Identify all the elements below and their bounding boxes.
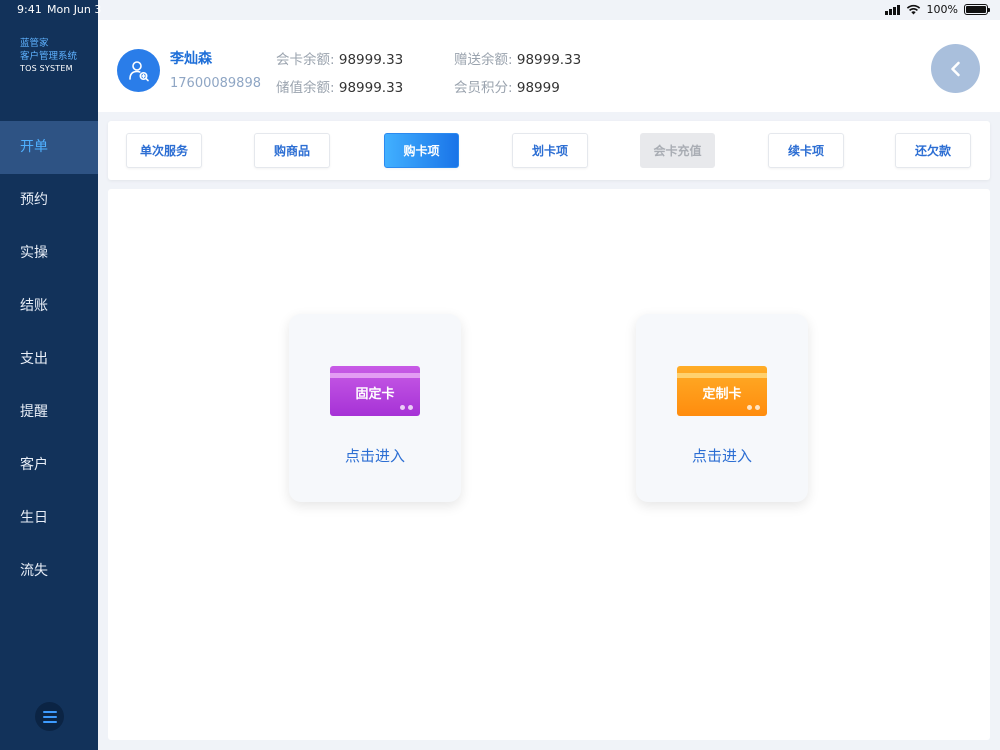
- brand-line-3: TOS SYSTEM: [20, 64, 73, 73]
- card-balance-value: 98999.33: [338, 52, 404, 68]
- back-button[interactable]: [931, 44, 980, 93]
- chevron-left-icon: [950, 61, 960, 76]
- sidebar-item-customer[interactable]: 客户: [0, 439, 98, 492]
- stored-balance-label: 储值余额:: [276, 80, 335, 96]
- signal-icon: [884, 4, 900, 15]
- tab-use-card[interactable]: 划卡项: [512, 133, 588, 168]
- status-time: 9:41: [17, 3, 42, 16]
- fixed-card-enter-link[interactable]: 点击进入: [289, 445, 461, 466]
- status-date: Mon Jun 3: [47, 3, 102, 16]
- gift-balance: 赠送余额: 98999.33: [454, 48, 581, 68]
- sidebar-nav: 开单 预约 实操 结账 支出 提醒 客户 生日 流失: [0, 121, 98, 598]
- customer-name: 李灿森: [170, 51, 212, 67]
- sidebar-item-birthday[interactable]: 生日: [0, 492, 98, 545]
- stored-balance: 储值余额: 98999.33: [276, 76, 403, 96]
- status-bar: 9:41 Mon Jun 3 100%: [0, 0, 1000, 20]
- custom-card-tile[interactable]: 定制卡 点击进入: [636, 314, 808, 502]
- brand: 蓝管家 客户管理系统 TOS SYSTEM: [20, 38, 77, 75]
- tab-single-service[interactable]: 单次服务: [126, 133, 202, 168]
- sidebar-item-operation[interactable]: 实操: [0, 227, 98, 280]
- battery-percent: 100%: [926, 3, 958, 16]
- tab-buy-card[interactable]: 购卡项: [384, 133, 459, 168]
- tab-buy-products[interactable]: 购商品: [254, 133, 330, 168]
- user-search-icon: [117, 49, 160, 92]
- sidebar-item-checkout[interactable]: 结账: [0, 280, 98, 333]
- brand-line-2: 客户管理系统: [20, 50, 78, 62]
- member-points: 会员积分: 98999: [454, 76, 560, 96]
- member-points-label: 会员积分:: [454, 80, 513, 96]
- sidebar-item-appointment[interactable]: 预约: [0, 174, 98, 227]
- tab-repay-debt[interactable]: 还欠款: [895, 133, 971, 168]
- gift-balance-value: 98999.33: [516, 52, 582, 68]
- tab-card-recharge: 会卡充值: [640, 133, 715, 168]
- fixed-card-label: 固定卡: [355, 387, 395, 402]
- hamburger-icon[interactable]: [35, 702, 64, 731]
- sidebar: 蓝管家 客户管理系统 TOS SYSTEM 开单 预约 实操 结账 支出 提醒 …: [0, 0, 98, 750]
- card-balance-label: 会卡余额:: [276, 52, 335, 68]
- battery-icon: [964, 4, 990, 15]
- custom-card-label: 定制卡: [702, 387, 742, 402]
- stored-balance-value: 98999.33: [338, 80, 404, 96]
- customer-header: 李灿森 17600089898 会卡余额: 98999.33 储值余额: 989…: [98, 20, 1000, 112]
- sidebar-item-expense[interactable]: 支出: [0, 333, 98, 386]
- fixed-card-tile[interactable]: 固定卡 点击进入: [289, 314, 461, 502]
- member-points-value: 98999: [516, 80, 560, 96]
- gift-balance-label: 赠送余额:: [454, 52, 513, 68]
- sidebar-item-order[interactable]: 开单: [0, 121, 98, 174]
- card-type-panel: 固定卡 点击进入 定制卡 点击进入: [108, 189, 990, 740]
- status-right: 100%: [884, 3, 990, 16]
- tab-renew-card[interactable]: 续卡项: [768, 133, 844, 168]
- order-type-tabs: 单次服务 购商品 购卡项 划卡项 会卡充值 续卡项 还欠款: [108, 121, 990, 180]
- sidebar-item-churn[interactable]: 流失: [0, 545, 98, 598]
- custom-card-icon: 定制卡: [677, 366, 767, 416]
- customer-phone: 17600089898: [170, 76, 261, 91]
- card-balance: 会卡余额: 98999.33: [276, 48, 403, 68]
- sidebar-item-reminder[interactable]: 提醒: [0, 386, 98, 439]
- custom-card-enter-link[interactable]: 点击进入: [636, 445, 808, 466]
- fixed-card-icon: 固定卡: [330, 366, 420, 416]
- brand-line-1: 蓝管家: [20, 38, 49, 49]
- wifi-icon: [906, 4, 920, 15]
